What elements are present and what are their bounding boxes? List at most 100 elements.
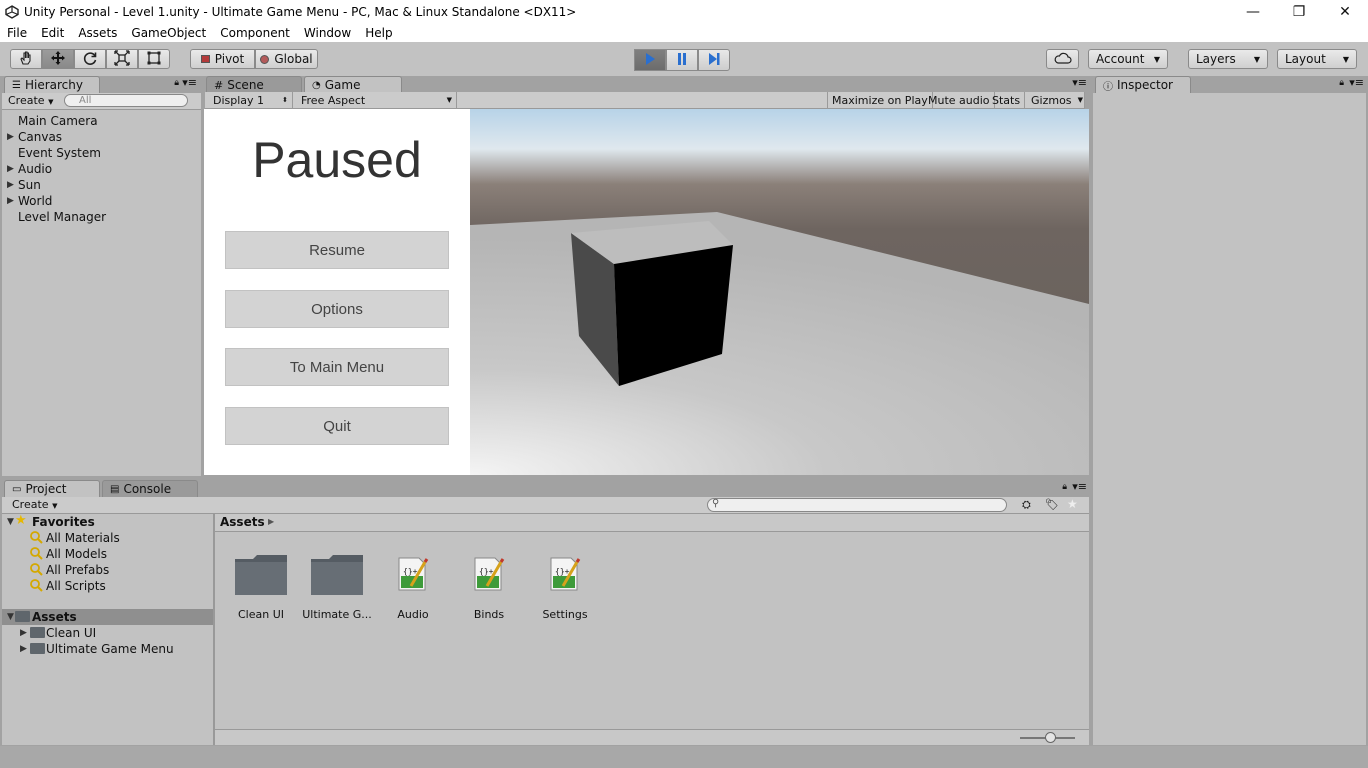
favorite-item[interactable]: All Models — [46, 546, 107, 562]
options-button[interactable]: Options — [225, 290, 449, 328]
asset-folder-item[interactable]: Clean UI — [46, 625, 96, 641]
rect-tool-button[interactable] — [138, 49, 170, 69]
hierarchy-item[interactable]: Canvas — [18, 129, 62, 145]
scale-tool-button[interactable] — [106, 49, 138, 69]
hierarchy-item[interactable]: Sun — [18, 177, 41, 193]
filter-by-type-icon[interactable]: ⛭ — [1022, 498, 1031, 512]
play-button[interactable] — [634, 49, 666, 71]
filter-by-label-icon[interactable]: 🏷︎ — [1045, 498, 1059, 511]
play-icon — [643, 52, 657, 69]
quit-button[interactable]: Quit — [225, 407, 449, 445]
maximize-on-play-toggle[interactable]: Maximize on Play — [827, 92, 933, 109]
icon-size-slider-thumb[interactable] — [1045, 732, 1056, 743]
favorite-star-icon[interactable]: ★ — [1067, 497, 1078, 511]
panel-menu-icon[interactable]: ▾≡ — [1349, 76, 1364, 89]
splitter[interactable] — [213, 514, 215, 745]
menu-edit[interactable]: Edit — [34, 26, 71, 40]
pause-menu-panel: Paused Resume Options To Main Menu Quit — [204, 109, 470, 475]
dropdown-arrow-icon: ⬍ — [282, 96, 288, 104]
panel-menu-icon[interactable]: ▾≡ — [1072, 76, 1087, 89]
expand-arrow-icon[interactable]: ▶ — [7, 193, 14, 209]
menu-component[interactable]: Component — [213, 26, 297, 40]
hierarchy-search-input[interactable]: All — [64, 94, 188, 107]
layers-dropdown[interactable]: Layers ▼ — [1188, 49, 1268, 69]
menu-help[interactable]: Help — [358, 26, 399, 40]
game-view[interactable]: Paused Resume Options To Main Menu Quit — [204, 109, 1089, 475]
move-tool-button[interactable] — [42, 49, 74, 69]
tab-game[interactable]: ◔ Game — [304, 76, 402, 93]
maximize-button[interactable]: ❐ — [1276, 0, 1322, 23]
expand-arrow-icon[interactable]: ▶ — [7, 129, 14, 145]
favorite-item[interactable]: All Scripts — [46, 578, 106, 594]
tab-project[interactable]: ▭ Project — [4, 480, 100, 497]
main-menu-button[interactable]: To Main Menu — [225, 348, 449, 386]
aspect-dropdown[interactable]: Free Aspect ▼ — [297, 92, 457, 109]
display-dropdown[interactable]: Display 1 ⬍ — [209, 92, 293, 109]
tab-console-label: Console — [123, 482, 172, 496]
pivot-label: Pivot — [214, 52, 245, 66]
project-search-input[interactable]: ⚲ — [707, 498, 1007, 512]
global-toggle[interactable]: Global — [255, 49, 318, 69]
hierarchy-panel: Create ▼ All Main Camera ▶ Canvas Event … — [2, 93, 201, 476]
layout-dropdown[interactable]: Layout ▼ — [1277, 49, 1357, 69]
project-create-button[interactable]: Create ▼ — [12, 498, 57, 511]
hand-tool-button[interactable] — [10, 49, 42, 69]
hierarchy-item[interactable]: Event System — [18, 145, 101, 161]
cloud-button[interactable] — [1046, 49, 1079, 69]
menu-gameobject[interactable]: GameObject — [124, 26, 213, 40]
tab-scene[interactable]: # Scene — [206, 76, 302, 93]
tab-hierarchy[interactable]: ☰ Hierarchy — [4, 76, 100, 93]
expand-arrow-icon[interactable]: ▶ — [20, 641, 27, 657]
menu-assets[interactable]: Assets — [71, 26, 124, 40]
mute-audio-toggle[interactable]: Mute audio — [924, 92, 995, 109]
hierarchy-create-button[interactable]: Create ▼ — [8, 94, 53, 107]
pause-button[interactable] — [666, 49, 698, 71]
collapse-arrow-icon[interactable]: ▼ — [7, 514, 14, 530]
panel-menu-icon[interactable]: ▾≡ — [1072, 480, 1087, 493]
tab-inspector-label: Inspector — [1117, 78, 1173, 92]
expand-arrow-icon[interactable]: ▶ — [7, 161, 14, 177]
account-dropdown[interactable]: Account ▼ — [1088, 49, 1168, 69]
lock-icon[interactable]: 🔒︎ — [1062, 482, 1067, 492]
search-icon: ⚲ — [712, 498, 720, 509]
expand-arrow-icon[interactable]: ▶ — [7, 177, 14, 193]
stats-toggle[interactable]: Stats — [988, 92, 1026, 109]
breadcrumb-assets[interactable]: Assets — [220, 515, 265, 529]
hierarchy-item[interactable]: Level Manager — [18, 209, 106, 225]
asset-label: Audio — [397, 608, 429, 621]
expand-arrow-icon[interactable]: ▶ — [20, 625, 27, 641]
tab-console[interactable]: ▤ Console — [102, 480, 198, 497]
gizmos-dropdown[interactable]: Gizmos ▼ — [1027, 92, 1085, 109]
dropdown-arrow-icon: ▼ — [1077, 96, 1083, 104]
title-bar: Unity Personal - Level 1.unity - Ultimat… — [0, 0, 1368, 23]
unity-logo-icon — [4, 4, 20, 20]
scale-icon — [114, 49, 130, 69]
panel-menu-icon[interactable]: ▾≡ — [182, 76, 197, 89]
favorite-item[interactable]: All Materials — [46, 530, 120, 546]
collapse-arrow-icon[interactable]: ▼ — [7, 609, 14, 625]
hierarchy-item[interactable]: Main Camera — [18, 113, 98, 129]
global-label: Global — [274, 52, 313, 66]
rotate-tool-button[interactable] — [74, 49, 106, 69]
minimize-button[interactable]: — — [1230, 0, 1276, 23]
folder-icon — [235, 555, 287, 595]
project-tree: ▼ ★ Favorites All Materials All Models A… — [2, 513, 213, 745]
favorite-item[interactable]: All Prefabs — [46, 562, 109, 578]
step-button[interactable] — [698, 49, 730, 71]
hierarchy-item[interactable]: World — [18, 193, 52, 209]
asset-folder-item[interactable]: Ultimate Game Menu — [46, 641, 174, 657]
resume-button[interactable]: Resume — [225, 231, 449, 269]
assets-root-row[interactable]: ▼ Assets — [2, 609, 213, 625]
favorites-label[interactable]: Favorites — [32, 514, 95, 530]
hierarchy-item[interactable]: Audio — [18, 161, 52, 177]
menu-window[interactable]: Window — [297, 26, 358, 40]
close-button[interactable]: ✕ — [1322, 0, 1368, 23]
pivot-toggle[interactable]: Pivot — [190, 49, 255, 69]
menu-file[interactable]: File — [0, 26, 34, 40]
move-arrows-icon — [50, 50, 66, 69]
lock-icon[interactable]: 🔒︎ — [174, 78, 179, 88]
search-icon — [29, 578, 43, 595]
tab-inspector[interactable]: ⓘ Inspector — [1095, 76, 1191, 93]
lock-icon[interactable]: 🔒︎ — [1339, 78, 1344, 88]
inspector-panel — [1093, 93, 1366, 745]
